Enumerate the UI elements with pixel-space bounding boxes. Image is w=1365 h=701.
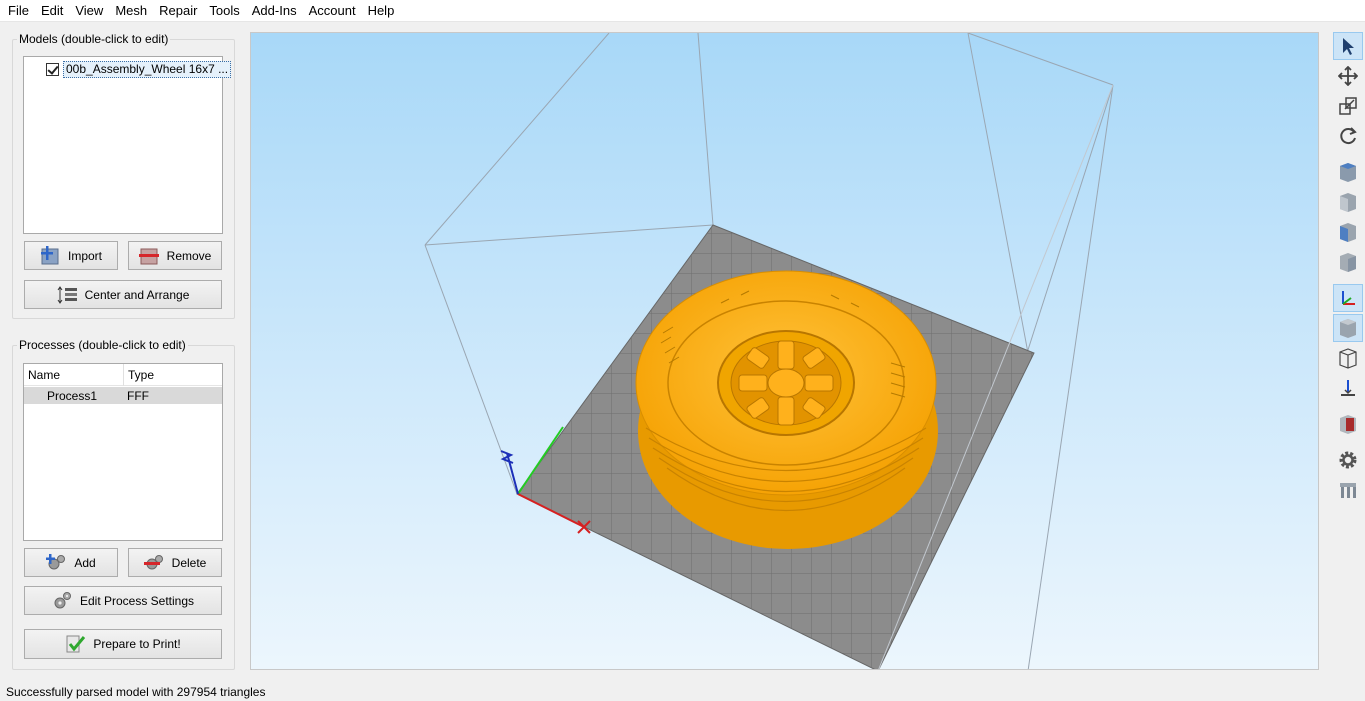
menu-tools[interactable]: Tools	[203, 0, 245, 21]
menu-repair[interactable]: Repair	[153, 0, 203, 21]
axes-toggle-button[interactable]	[1333, 284, 1363, 312]
model-list-item[interactable]: 00b_Assembly_Wheel 16x7 ...	[46, 61, 232, 78]
supports-icon	[1340, 483, 1356, 498]
menu-edit[interactable]: Edit	[35, 0, 69, 21]
menu-account[interactable]: Account	[303, 0, 362, 21]
model-visible-checkbox[interactable]	[46, 63, 59, 76]
delete-process-button[interactable]: Delete	[128, 548, 222, 577]
supports-button[interactable]	[1333, 476, 1363, 504]
3d-viewport[interactable]	[250, 32, 1319, 670]
add-gears-icon	[45, 553, 68, 573]
remove-label: Remove	[166, 248, 212, 263]
scene-canvas	[424, 33, 1114, 669]
import-label: Import	[67, 248, 102, 263]
solid-view-icon	[1340, 319, 1356, 338]
processes-table-header: Name Type	[24, 364, 222, 386]
select-icon	[1343, 38, 1354, 55]
remove-button[interactable]: Remove	[128, 241, 222, 270]
section-view-button[interactable]	[1333, 374, 1363, 402]
view-front-button[interactable]	[1333, 158, 1363, 186]
move-icon	[1338, 66, 1358, 86]
rotate-tool-button[interactable]	[1333, 122, 1363, 150]
menu-separator	[0, 21, 1365, 22]
scale-tool-button[interactable]	[1333, 92, 1363, 120]
wheel-model[interactable]	[635, 270, 938, 549]
section-icon	[1341, 380, 1355, 396]
edit-process-settings-button[interactable]: Edit Process Settings	[24, 586, 222, 615]
model-name: 00b_Assembly_Wheel 16x7 ...	[63, 61, 232, 78]
column-type-header[interactable]: Type	[128, 368, 154, 382]
column-divider[interactable]	[123, 364, 124, 386]
settings-icon	[1339, 451, 1357, 469]
view-back-icon	[1340, 193, 1356, 212]
view-back-button[interactable]	[1333, 188, 1363, 216]
process-name-cell: Process1	[47, 389, 98, 403]
add-process-label: Add	[74, 555, 96, 570]
menu-view[interactable]: View	[69, 0, 109, 21]
view-front-icon	[1340, 163, 1356, 182]
menu-bar: File Edit View Mesh Repair Tools Add-Ins…	[0, 0, 1365, 21]
models-list[interactable]: 00b_Assembly_Wheel 16x7 ...	[23, 56, 232, 234]
menu-mesh[interactable]: Mesh	[109, 0, 153, 21]
axes-icon	[1342, 291, 1355, 305]
menu-file[interactable]: File	[2, 0, 35, 21]
settings-button[interactable]	[1333, 446, 1363, 474]
add-process-button[interactable]: Add	[24, 548, 118, 577]
view-right-button[interactable]	[1333, 248, 1363, 276]
view-right-icon	[1340, 253, 1356, 272]
center-arrange-label: Center and Arrange	[84, 287, 190, 302]
prepare-to-print-button[interactable]: Prepare to Print!	[24, 629, 222, 659]
prepare-print-icon	[65, 634, 87, 654]
delete-process-label: Delete	[171, 555, 207, 570]
solid-view-button[interactable]	[1333, 314, 1363, 342]
settings-gears-icon	[52, 591, 74, 611]
wireframe-icon	[1339, 348, 1357, 369]
view-left-icon	[1340, 223, 1356, 242]
rotate-icon	[1340, 127, 1357, 145]
table-row[interactable]: Process1 FFF	[24, 387, 222, 404]
status-bar: Successfully parsed model with 297954 tr…	[6, 685, 266, 699]
delete-gears-icon	[143, 553, 166, 573]
wireframe-view-button[interactable]	[1333, 344, 1363, 372]
move-tool-button[interactable]	[1333, 62, 1363, 90]
import-button[interactable]: Import	[24, 241, 118, 270]
center-arrange-icon	[57, 285, 79, 305]
select-tool-button[interactable]	[1333, 32, 1363, 60]
view-left-button[interactable]	[1333, 218, 1363, 246]
column-name-header[interactable]: Name	[28, 368, 60, 382]
cross-section-icon	[1340, 415, 1356, 434]
remove-icon	[138, 246, 161, 266]
processes-table[interactable]: Name Type Process1 FFF	[23, 363, 223, 541]
menu-add-ins[interactable]: Add-Ins	[246, 0, 303, 21]
center-arrange-button[interactable]: Center and Arrange	[24, 280, 222, 309]
menu-help[interactable]: Help	[362, 0, 401, 21]
scale-icon	[1339, 97, 1357, 115]
edit-process-settings-label: Edit Process Settings	[79, 593, 195, 608]
models-group-title: Models (double-click to edit)	[17, 32, 171, 46]
prepare-to-print-label: Prepare to Print!	[93, 637, 181, 651]
processes-group-title: Processes (double-click to edit)	[17, 338, 188, 352]
right-toolbar	[1331, 30, 1365, 685]
import-icon	[40, 245, 62, 266]
cross-section-button[interactable]	[1333, 410, 1363, 438]
process-type-cell: FFF	[127, 389, 149, 403]
